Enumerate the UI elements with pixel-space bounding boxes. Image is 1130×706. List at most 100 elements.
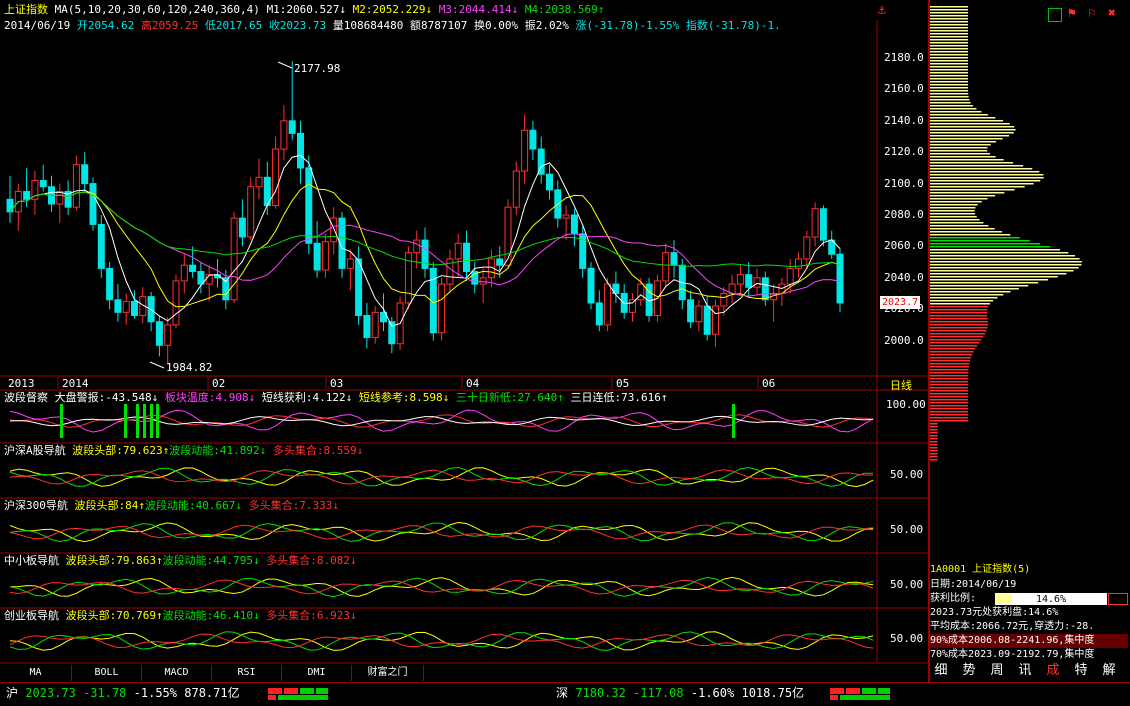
chip-bar <box>930 45 968 47</box>
chip-bar <box>930 9 968 11</box>
indicator-line <box>9 576 874 597</box>
chip-bar <box>930 204 978 206</box>
candle-body <box>122 300 130 313</box>
alert-bar <box>143 404 146 438</box>
chip-bar <box>930 30 968 32</box>
chip-bar <box>930 381 969 383</box>
chip-bar <box>930 249 1060 251</box>
tools-icon[interactable]: ✖ <box>1108 6 1116 21</box>
period-label[interactable]: 日线 <box>890 377 912 393</box>
chip-bar <box>930 372 969 374</box>
candle-body <box>155 321 163 346</box>
info-code-line: 1A0001 上证指数(5) <box>930 564 1031 575</box>
tab-ma[interactable]: MA <box>0 665 72 681</box>
chip-bar <box>930 294 1004 296</box>
tab-rsi[interactable]: RSI <box>212 665 282 681</box>
candle-body <box>180 264 188 282</box>
chip-bar <box>930 384 969 386</box>
chip-bar <box>930 456 938 458</box>
chip-bar <box>930 147 988 149</box>
chip-bar <box>930 267 1079 269</box>
chip-bar <box>930 69 968 71</box>
profit-ratio-marker <box>1108 593 1128 605</box>
chip-bar <box>930 411 968 413</box>
panel-title-chinext: 创业板导航 波段头部:70.769↑波段动能:46.410↓ 多头集合:6.92… <box>4 609 357 622</box>
right-tab-special[interactable]: 特 <box>1070 662 1092 680</box>
panel-axis-value: 100.00 <box>886 398 926 411</box>
chip-bar <box>930 201 982 203</box>
chip-bar <box>930 159 1004 161</box>
chip-bar <box>930 420 968 422</box>
candle-body <box>81 164 89 185</box>
chip-bar <box>930 108 977 110</box>
chip-bar <box>930 345 978 347</box>
candle-body <box>346 258 354 269</box>
candle-body <box>795 258 802 269</box>
chip-bar <box>930 264 1082 266</box>
tab-macd[interactable]: MACD <box>142 665 212 681</box>
chip-bar <box>930 138 1003 140</box>
candle-body <box>89 183 97 225</box>
chip-bar <box>930 255 1076 257</box>
price-tick-label: 2180.0 <box>884 51 924 64</box>
status-shanghai: 沪 2023.73 -31.78 -1.55% 878.71亿 <box>6 686 240 700</box>
chip-bar <box>930 312 988 314</box>
chip-bar <box>930 300 994 302</box>
right-tab-cost[interactable]: 成 <box>1042 662 1064 680</box>
flag-outline-icon[interactable]: ⚐ <box>1088 6 1096 21</box>
chip-bar <box>930 6 968 8</box>
right-tab-trend[interactable]: 势 <box>958 662 980 680</box>
grid-icon[interactable] <box>1048 8 1062 22</box>
chip-bar <box>930 21 968 23</box>
chip-bar <box>930 375 969 377</box>
candle-body <box>570 214 578 235</box>
chip-bar <box>930 84 969 86</box>
current-price-tag: 2023.7 <box>880 296 921 309</box>
tab-wealth-gate[interactable]: 财富之门 <box>352 665 424 681</box>
price-tick-label: 2140.0 <box>884 113 924 127</box>
chip-bar <box>930 105 973 107</box>
candle-body <box>363 314 371 338</box>
chip-bar <box>930 42 968 44</box>
candle-body <box>604 283 612 326</box>
candle-body <box>521 129 529 172</box>
right-tab-week[interactable]: 周 <box>986 662 1008 680</box>
candle-body <box>496 258 504 266</box>
candle-body <box>811 208 819 238</box>
tab-boll[interactable]: BOLL <box>72 665 142 681</box>
chip-bar <box>930 141 997 143</box>
candle-body <box>529 129 537 150</box>
right-tab-explain[interactable]: 解 <box>1098 662 1120 680</box>
chip-bar <box>930 174 1044 176</box>
candle-body <box>670 252 678 266</box>
chip-bar <box>930 291 1011 293</box>
chip-bar <box>930 228 995 230</box>
candlestick-series <box>6 61 844 365</box>
price-tick-label: 2160.0 <box>884 82 924 96</box>
candle-body <box>587 267 595 304</box>
alert-bar <box>156 404 159 438</box>
chip-bar <box>930 114 988 116</box>
right-tab-news[interactable]: 讯 <box>1014 662 1036 680</box>
chip-bar <box>930 360 971 362</box>
flag-icon[interactable]: ⚑ <box>1068 6 1076 21</box>
panel-title-hs300: 沪深300导航 波段头部:84↑波段动能:40.667↓ 多头集合:7.333↓ <box>4 499 339 512</box>
alert-bar <box>136 404 139 438</box>
chip-bar <box>930 351 974 353</box>
chip-bar <box>930 144 991 146</box>
candle-body <box>562 214 570 219</box>
candle-body <box>695 305 703 323</box>
chip-bar <box>930 348 976 350</box>
right-tab-detail[interactable]: 细 <box>930 662 952 680</box>
chip-bar <box>930 390 969 392</box>
chip-bar <box>930 177 1044 179</box>
chip-bar <box>930 417 968 419</box>
chip-bar <box>930 150 988 152</box>
status-shenzhen: 深 7180.32 -117.08 -1.60% 1018.75亿 <box>556 686 805 700</box>
chip-bar <box>930 54 968 56</box>
tab-dmi[interactable]: DMI <box>282 665 352 681</box>
chip-bar <box>930 432 938 434</box>
chip-bar <box>930 180 1041 182</box>
candle-body <box>164 324 172 346</box>
candle-body <box>720 293 728 307</box>
